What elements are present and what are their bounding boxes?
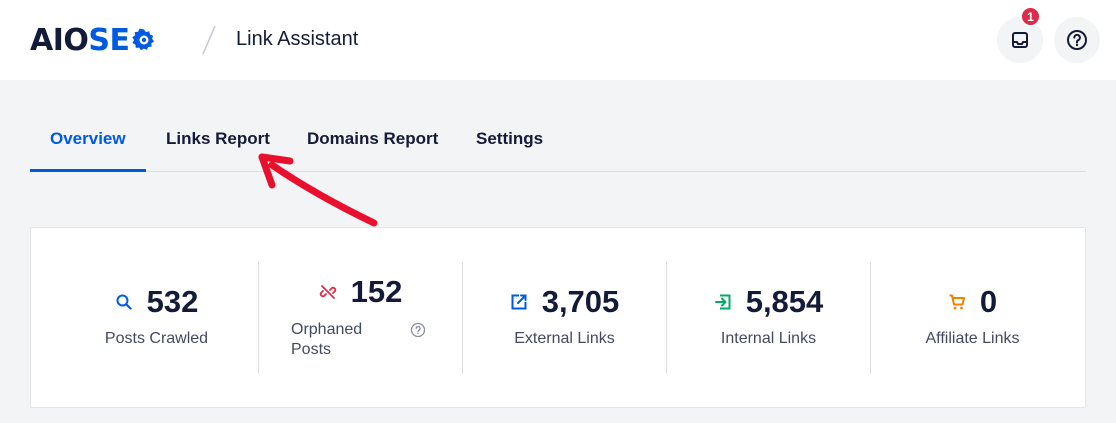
tab-links-report[interactable]: Links Report <box>166 106 270 172</box>
stat-label: Internal Links <box>720 330 817 347</box>
stat-value: 152 <box>350 274 403 309</box>
stats-card: 532 Posts Crawled 152 Orphaned Posts 3,7… <box>30 227 1086 408</box>
logo-text-aio: AIO <box>30 22 89 58</box>
tab-settings[interactable]: Settings <box>476 106 543 172</box>
active-tab-indicator <box>30 169 146 172</box>
help-button[interactable] <box>1054 17 1100 63</box>
aioseo-logo[interactable]: AIO SE <box>30 20 156 60</box>
logo-gear-icon <box>131 28 154 51</box>
help-tooltip-icon[interactable] <box>410 322 426 338</box>
stat-internal-links: 5,854 Internal Links <box>667 262 870 374</box>
external-link-icon <box>510 293 528 311</box>
stat-value: 5,854 <box>745 284 824 319</box>
tab-overview[interactable]: Overview <box>50 106 126 172</box>
stat-label-line: Posts <box>291 341 332 358</box>
help-icon <box>1067 30 1087 50</box>
broken-link-icon <box>319 283 337 301</box>
search-icon <box>115 293 133 311</box>
stat-value: 0 <box>979 284 998 319</box>
stat-label: External Links <box>514 330 615 347</box>
stat-label: Affiliate Links <box>925 330 1020 347</box>
top-bar: AIO SE Link Assistant 1 <box>0 0 1116 80</box>
stat-external-links: 3,705 External Links <box>463 262 666 374</box>
tab-domains-report[interactable]: Domains Report <box>307 106 438 172</box>
logo-text-se: SE <box>88 22 130 58</box>
breadcrumb-separator <box>202 25 216 55</box>
stat-label: Posts Crawled <box>104 330 209 347</box>
inbox-icon <box>1012 32 1028 48</box>
internal-link-icon <box>714 293 732 311</box>
stat-value: 532 <box>146 284 199 319</box>
stat-label: Orphaned Posts <box>291 320 381 360</box>
stat-orphaned-posts: 152 Orphaned Posts <box>259 262 462 374</box>
stat-posts-crawled: 532 Posts Crawled <box>55 262 258 374</box>
notification-badge: 1 <box>1020 6 1041 27</box>
stat-value: 3,705 <box>541 284 620 319</box>
logo-text-seo: SE <box>88 23 155 58</box>
stat-affiliate-links: 0 Affiliate Links <box>871 262 1074 374</box>
page-title: Link Assistant <box>236 28 359 50</box>
stat-label-line: Orphaned <box>291 321 363 338</box>
cart-icon <box>948 293 966 311</box>
tab-bar: Overview Links Report Domains Report Set… <box>30 106 1086 172</box>
